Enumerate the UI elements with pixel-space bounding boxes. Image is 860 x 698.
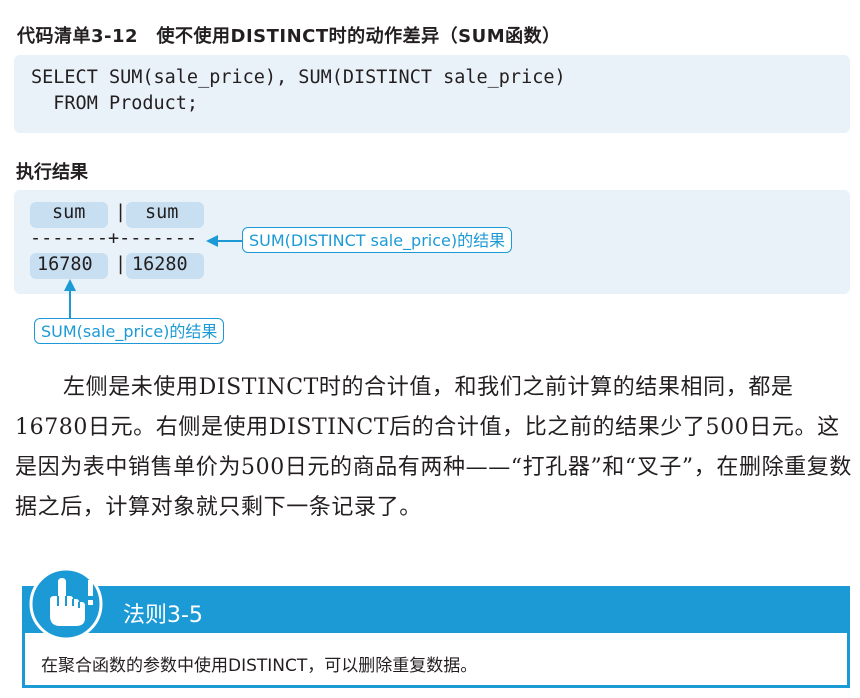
col1-header: sum bbox=[52, 202, 86, 223]
rule-box: 法则3-5 在聚合函数的参数中使用DISTINCT，可以删除重复数据。 bbox=[22, 586, 850, 688]
pointing-hand-icon bbox=[29, 567, 103, 641]
code-line-from: FROM Product; bbox=[31, 93, 199, 114]
row-separator: | bbox=[115, 254, 127, 275]
callout-distinct: SUM(DISTINCT sale_price)的结果 bbox=[242, 227, 513, 253]
explanation-text: 左侧是未使用DISTINCT时的合计值，和我们之前计算的结果相同，都是16780… bbox=[15, 375, 852, 520]
callout-plain-line bbox=[69, 289, 71, 319]
callout-plain: SUM(sale_price)的结果 bbox=[34, 318, 225, 344]
col2-value: 16280 bbox=[132, 254, 188, 275]
rule-header: 法则3-5 bbox=[25, 589, 847, 633]
explanation-paragraph: 左侧是未使用DISTINCT时的合计值，和我们之前计算的结果相同，都是16780… bbox=[15, 368, 855, 528]
code-block: SELECT SUM(sale_price), SUM(DISTINCT sal… bbox=[14, 55, 850, 133]
rule-title: 法则3-5 bbox=[123, 603, 203, 628]
listing-title: 代码清单3-12 使不使用DISTINCT时的动作差异（SUM函数） bbox=[17, 26, 561, 47]
rule-body: 在聚合函数的参数中使用DISTINCT，可以删除重复数据。 bbox=[41, 656, 478, 676]
code-line-select: SELECT SUM(sale_price), SUM(DISTINCT sal… bbox=[31, 67, 566, 88]
col2-header: sum bbox=[145, 202, 179, 223]
col1-value: 16780 bbox=[37, 254, 93, 275]
result-divider: -------+------- bbox=[30, 228, 198, 249]
header-separator: | bbox=[115, 202, 127, 223]
arrow-left-icon bbox=[206, 235, 218, 247]
result-label: 执行结果 bbox=[16, 162, 88, 183]
